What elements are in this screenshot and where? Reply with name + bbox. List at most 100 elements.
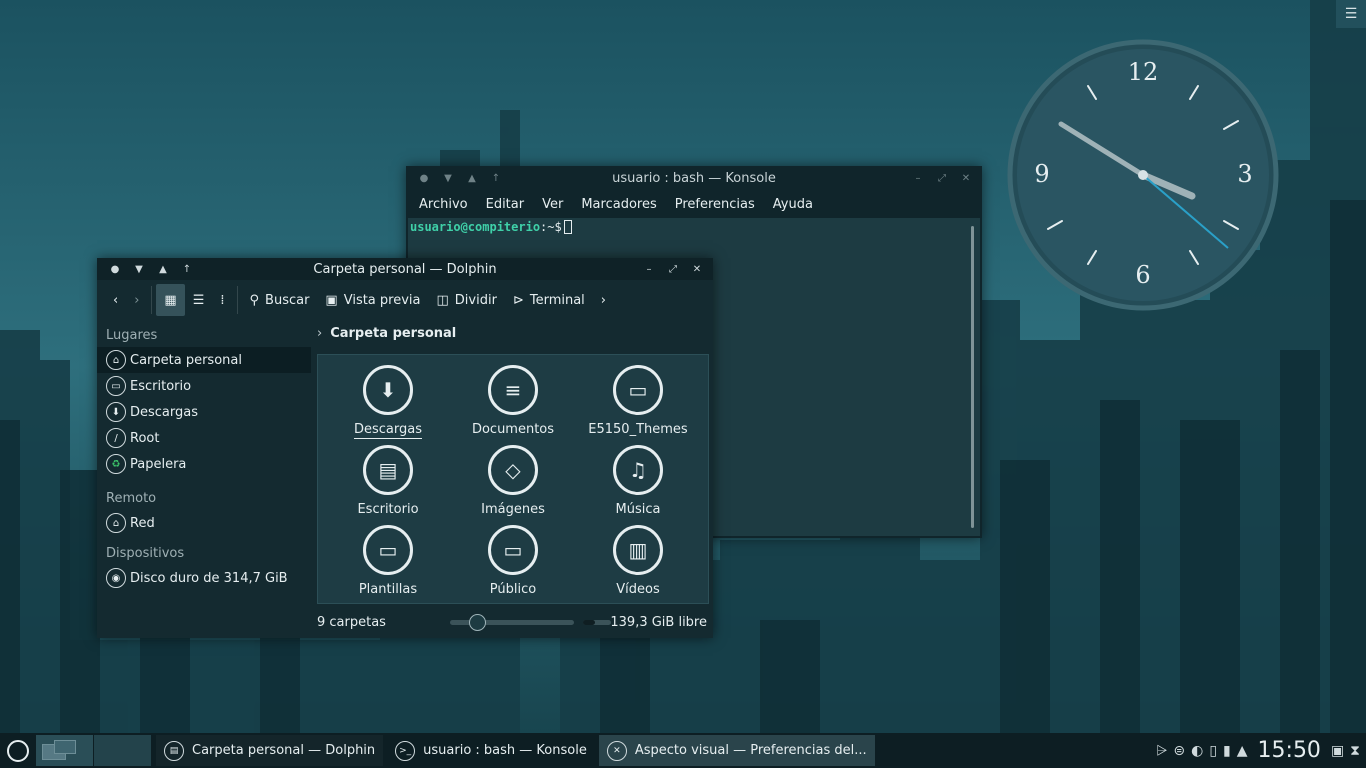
folder-count: 9 carpetas [317,614,386,630]
root-icon: / [106,428,126,448]
grid-icon: ▦ [164,292,177,308]
taskbar: ▤ Carpeta personal — Dolphin >_ usuario : … [0,733,1366,768]
task-dolphin[interactable]: ▤ Carpeta personal — Dolphin [156,735,384,766]
remote-header: Remoto [106,491,157,506]
split-label: Dividir [454,292,497,308]
place-network[interactable]: ⌂ Red [97,510,311,536]
menu-archivo[interactable]: Archivo [410,197,477,212]
terminal-scrollbar[interactable] [971,226,974,528]
task-system-settings[interactable]: ✕ Aspecto visual — Preferencias del... [598,735,875,766]
chevron-right-icon: › [317,326,323,341]
folder-musica[interactable]: ♫ Música [578,445,698,517]
toolbar-overflow-button[interactable]: › [593,284,614,316]
text-cursor [563,220,572,234]
task-konsole[interactable]: >_ usuario : bash — Konsole [387,735,595,766]
terminal-icon: ⊳ [512,292,524,308]
forward-button[interactable]: › [126,284,147,316]
details-view-button[interactable]: ☰ [185,284,213,316]
konsole-app-icon: >_ [395,740,416,761]
network-icon[interactable]: ⩥ [1156,743,1167,759]
folder-label: Imágenes [481,502,545,517]
pin-icon[interactable]: ↑ [484,173,508,184]
menu-marcadores[interactable]: Marcadores [572,197,665,212]
konsole-titlebar[interactable]: ● ▼ ▲ ↑ usuario : bash — Konsole – ⤢ ✕ [406,166,982,190]
device-hard-disk[interactable]: ◉ Disco duro de 314,7 GiB [97,565,311,591]
clock-numeral-6: 6 [1135,261,1150,289]
window-menu-icon[interactable]: ● [103,264,127,275]
folder-escritorio[interactable]: ▤ Escritorio [328,445,448,517]
place-label: Descargas [130,404,199,420]
compact-view-button[interactable]: ⁞ [212,284,232,316]
folder-label: E5150_Themes [588,422,688,437]
clock-numeral-9: 9 [1034,160,1049,188]
folder-label: Plantillas [358,582,418,597]
folder-imagenes[interactable]: ◇ Imágenes [453,445,573,517]
place-downloads[interactable]: ⬇ Descargas [97,399,311,425]
back-button[interactable]: ‹ [105,284,126,316]
dolphin-window[interactable]: ● ▼ ▲ ↑ Carpeta personal — Dolphin – ⤢ ✕… [97,258,713,638]
clipboard-icon[interactable]: ▯ [1209,743,1217,759]
search-button[interactable]: ⚲ Buscar [242,284,318,316]
folder-plantillas[interactable]: ▭ Plantillas [328,525,448,597]
zoom-slider[interactable] [450,614,574,631]
icons-view-button[interactable]: ▦ [156,284,185,316]
lock-icon[interactable]: ▮ [1223,743,1231,759]
folder-descargas[interactable]: ⬇ Descargas [328,365,448,439]
chevron-up-icon[interactable]: ▲ [460,173,484,184]
pin-icon[interactable]: ↑ [175,264,199,275]
panel-settings-icon[interactable]: ⧗ [1350,743,1360,759]
folder-label: Público [489,582,537,597]
folder-documentos[interactable]: ≡ Documentos [453,365,573,437]
book-icon: ◫ [436,292,449,308]
desktop-2[interactable] [94,735,151,766]
hamburger-icon: ☰ [1344,6,1358,22]
chevron-right-icon: › [134,292,140,308]
settings-app-icon: ✕ [606,740,627,761]
toolbar-separator [151,286,153,314]
place-label: Carpeta personal [130,352,242,368]
window-menu-icon[interactable]: ● [412,173,436,184]
public-folder-icon: ▭ [488,525,538,575]
application-launcher[interactable] [0,733,36,768]
place-desktop[interactable]: ▭ Escritorio [97,373,311,399]
dolphin-titlebar[interactable]: ● ▼ ▲ ↑ Carpeta personal — Dolphin – ⤢ ✕ [97,258,713,280]
place-trash[interactable]: ♻ Papelera [97,451,311,477]
places-header: Lugares [106,328,158,343]
trash-icon: ♻ [106,454,126,474]
minimize-icon[interactable]: – [637,264,661,275]
desktop-1[interactable] [36,735,93,766]
menu-ayuda[interactable]: Ayuda [764,197,822,212]
file-view[interactable]: ⬇ Descargas ≡ Documentos ▭ E5150_Themes ▤ Es… [317,354,709,604]
image-icon: ▣ [325,292,338,308]
chevron-down-icon[interactable]: ▼ [436,173,460,184]
folder-videos[interactable]: ▥ Vídeos [578,525,698,597]
status-bar: 9 carpetas 139,3 GiB libre [317,612,707,632]
home-icon: ⌂ [106,350,126,370]
chevron-up-icon[interactable]: ▲ [151,264,175,275]
place-home[interactable]: ⌂ Carpeta personal [97,347,311,373]
close-icon[interactable]: ✕ [954,173,978,184]
minimize-icon[interactable]: – [906,173,930,184]
folder-publico[interactable]: ▭ Público [453,525,573,597]
place-root[interactable]: / Root [97,425,311,451]
preview-button[interactable]: ▣ Vista previa [317,284,428,316]
tray-expand-icon[interactable]: ▲ [1237,743,1248,759]
brightness-icon[interactable]: ◐ [1191,743,1203,759]
terminal-button[interactable]: ⊳ Terminal [505,284,593,316]
folder-label: Documentos [471,422,555,437]
folder-e5150-themes[interactable]: ▭ E5150_Themes [578,365,698,437]
split-button[interactable]: ◫ Dividir [429,284,505,316]
menu-ver[interactable]: Ver [533,197,572,212]
desktop-toolbox-button[interactable]: ☰ [1336,0,1366,28]
zoom-slider-handle[interactable] [469,614,487,631]
chevron-down-icon[interactable]: ▼ [127,264,151,275]
menu-preferencias[interactable]: Preferencias [666,197,764,212]
maximize-icon[interactable]: ⤢ [930,173,954,184]
breadcrumb[interactable]: › Carpeta personal [317,326,456,341]
show-desktop-icon[interactable]: ▣ [1331,743,1344,759]
menu-editar[interactable]: Editar [477,197,534,212]
digital-clock[interactable]: 15:50 [1258,738,1321,763]
media-icon[interactable]: ⊜ [1173,743,1185,759]
close-icon[interactable]: ✕ [685,264,709,275]
maximize-icon[interactable]: ⤢ [661,264,685,275]
